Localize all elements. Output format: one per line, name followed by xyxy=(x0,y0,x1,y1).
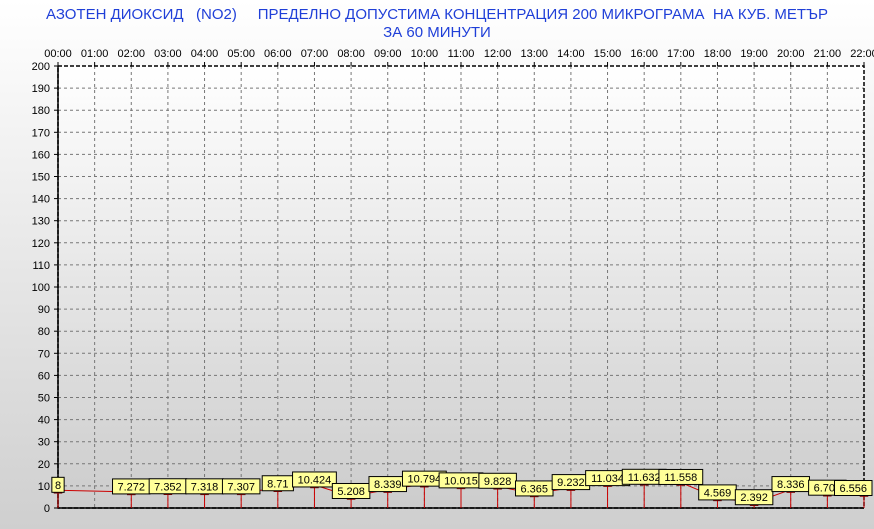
data-label: 7.307 xyxy=(227,481,255,493)
chart-svg: 0 10 20 30 40 50 60 70 80 90 100 110 120 130 140 150 160… xyxy=(32,48,874,515)
data-label: 10.794 xyxy=(408,474,442,486)
data-label: 10.015 xyxy=(444,475,478,487)
data-label: 11.558 xyxy=(664,472,697,484)
data-label: 7.352 xyxy=(154,481,182,493)
y-tick-label: 180 xyxy=(32,105,50,117)
data-label: 10.424 xyxy=(298,474,332,486)
data-label: 8.71 xyxy=(267,478,288,490)
data-label: 11.632 xyxy=(628,472,661,484)
y-tick-label: 130 xyxy=(32,216,50,228)
x-tick-label: 19:00 xyxy=(740,48,768,60)
data-label: 8.339 xyxy=(374,479,402,491)
x-tick-label: 02:00 xyxy=(118,48,146,60)
y-tick-label: 100 xyxy=(32,282,50,294)
y-tick-label: 0 xyxy=(44,503,50,515)
x-tick-label: 11:00 xyxy=(448,48,475,60)
data-label: 8.336 xyxy=(777,479,805,491)
y-tick-label: 80 xyxy=(38,326,50,338)
data-label: 9.232 xyxy=(557,477,585,489)
x-tick-label: 00:00 xyxy=(44,48,72,60)
y-tick-label: 60 xyxy=(38,370,50,382)
x-tick-label: 22:00 xyxy=(850,48,874,60)
x-tick-label: 06:00 xyxy=(264,48,292,60)
data-label: 6.556 xyxy=(839,483,867,495)
x-tick-label: 08:00 xyxy=(337,48,365,60)
x-tick-label: 10:00 xyxy=(411,48,439,60)
x-tick-label: 05:00 xyxy=(227,48,255,60)
y-tick-label: 190 xyxy=(32,83,50,95)
data-label: 2.392 xyxy=(740,492,768,504)
x-tick-label: 03:00 xyxy=(154,48,182,60)
data-label: 4.569 xyxy=(704,487,732,499)
x-tick-label: 13:00 xyxy=(521,48,549,60)
x-tick-label: 21:00 xyxy=(814,48,842,60)
y-tick-label: 30 xyxy=(38,437,50,449)
x-tick-label: 16:00 xyxy=(630,48,658,60)
y-tick-label: 90 xyxy=(38,304,50,316)
y-tick-label: 50 xyxy=(38,393,50,405)
y-tick-label: 10 xyxy=(38,481,50,493)
data-label: 11.034 xyxy=(591,473,624,485)
y-tick-label: 110 xyxy=(32,260,50,272)
y-tick-label: 40 xyxy=(38,415,50,427)
x-tick-label: 17:00 xyxy=(667,48,695,60)
x-tick-label: 04:00 xyxy=(191,48,219,60)
data-label: 7.272 xyxy=(118,481,146,493)
x-tick-label: 01:00 xyxy=(81,48,109,60)
data-label: 6.365 xyxy=(521,483,549,495)
y-tick-label: 150 xyxy=(32,172,50,184)
x-tick-label: 12:00 xyxy=(484,48,512,60)
data-label: 5.208 xyxy=(337,486,365,498)
y-tick-label: 70 xyxy=(38,348,50,360)
y-tick-label: 20 xyxy=(38,459,50,471)
data-label: 8 xyxy=(55,480,61,492)
y-tick-label: 120 xyxy=(32,238,50,250)
x-tick-label: 18:00 xyxy=(704,48,732,60)
x-tick-label: 14:00 xyxy=(557,48,585,60)
y-tick-label: 140 xyxy=(32,194,50,206)
y-tick-label: 200 xyxy=(32,61,50,73)
y-tick-label: 170 xyxy=(32,127,50,139)
y-tick-label: 160 xyxy=(32,149,50,161)
x-tick-label: 09:00 xyxy=(374,48,402,60)
x-tick-label: 15:00 xyxy=(594,48,622,60)
x-tick-label: 20:00 xyxy=(777,48,805,60)
x-tick-label: 07:00 xyxy=(301,48,329,60)
data-label: 9.828 xyxy=(484,476,512,488)
data-label: 7.318 xyxy=(191,481,219,493)
